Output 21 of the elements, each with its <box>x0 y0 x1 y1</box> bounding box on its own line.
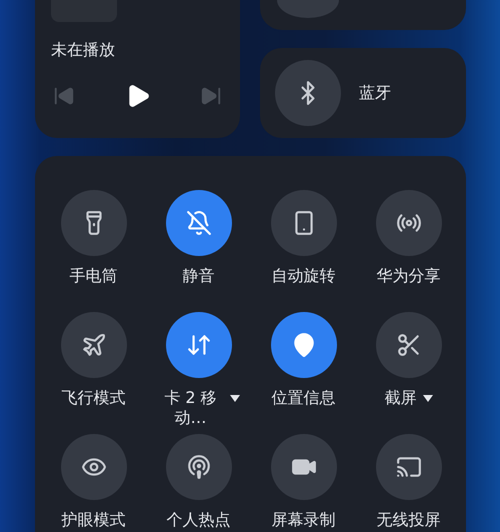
airplane-icon <box>80 332 106 358</box>
toggle-label: 手电筒 <box>70 266 118 286</box>
toggle-label: 截屏 <box>384 388 416 408</box>
toggle-label: 卡 2 移动… <box>163 388 218 428</box>
up-down-arrows-icon <box>186 332 212 358</box>
playback-status: 未在播放 <box>51 39 116 61</box>
bluetooth-label: 蓝牙 <box>359 82 391 104</box>
toggle-label: 护眼模式 <box>62 510 126 530</box>
toggle-label: 无线投屏 <box>376 510 440 530</box>
toggle-label: 自动旋转 <box>272 266 336 286</box>
toggle-label: 位置信息 <box>272 388 336 408</box>
caret-icon[interactable] <box>230 395 240 402</box>
toggle-label: 屏幕录制 <box>272 510 336 530</box>
hotspot-icon <box>186 454 212 480</box>
bell-off-icon <box>186 210 212 236</box>
scissors-icon <box>396 332 422 358</box>
caret-icon[interactable] <box>422 395 432 402</box>
toggle-label: 飞行模式 <box>62 388 126 408</box>
toggle-label: 个人热点 <box>166 510 230 530</box>
toggle-label: 静音 <box>182 266 214 286</box>
toggle-label: 华为分享 <box>376 266 440 286</box>
